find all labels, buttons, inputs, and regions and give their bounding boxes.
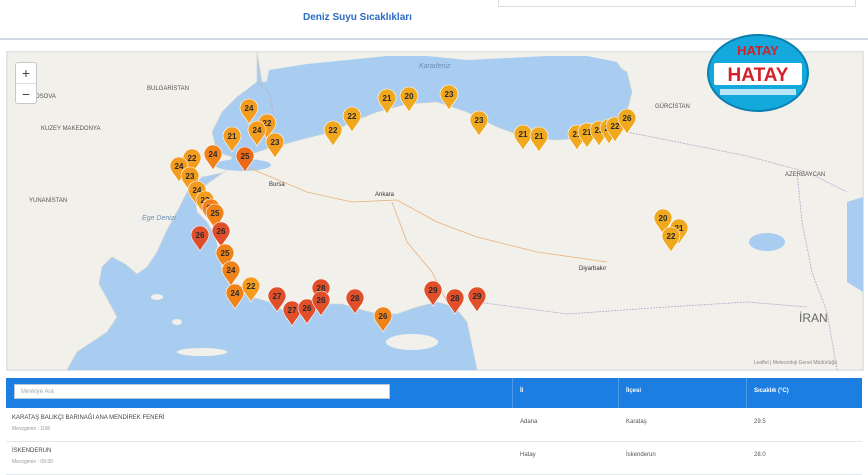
column-header-temp[interactable]: Sıcaklık (°C) (754, 388, 789, 394)
label-ankara: Ankara (375, 192, 395, 198)
marker-value: 25 (221, 249, 230, 258)
cell-il: Hatay (520, 452, 536, 458)
table-row[interactable]: İSKENDERUN Mevzgenin : 09:30 Hatay İsken… (6, 442, 862, 475)
marker-value: 21 (228, 132, 237, 141)
island (151, 294, 163, 300)
marker-value: 24 (209, 150, 218, 159)
zoom-out-button[interactable]: − (16, 84, 36, 104)
marker-value: 23 (186, 172, 195, 181)
column-divider (746, 378, 747, 408)
marker-value: 21 (519, 130, 528, 139)
marker-value: 22 (348, 112, 357, 121)
marker-value: 26 (379, 312, 388, 321)
island (143, 244, 151, 250)
results-table: Mevkiye Ara İl İlçesi Sıcaklık (°C) KARA… (6, 378, 862, 475)
marker-value: 28 (451, 294, 460, 303)
marker-value: 27 (273, 292, 282, 301)
marker-value: 25 (241, 152, 250, 161)
marker-value: 20 (405, 92, 414, 101)
marker-value: 24 (227, 266, 236, 275)
column-divider (618, 378, 619, 408)
map-attribution: Leaflet | Meteoroloji Genel Müdürlüğü (753, 360, 837, 366)
island-cyprus (386, 334, 438, 350)
marker-value: 22 (329, 126, 338, 135)
marker-value: 21 (383, 94, 392, 103)
label-bursa: Bursa (269, 182, 285, 188)
station-name: KARATAŞ BALIKÇI BARINAĞI ANA MENDİREK FE… (12, 415, 165, 421)
label-azerbaijan: AZERBAYCAN (785, 172, 825, 178)
column-header-il[interactable]: İl (520, 388, 523, 394)
station-meta: Mevzgenin : 09:30 (12, 459, 53, 465)
svg-text:HATAY: HATAY (728, 65, 789, 86)
table-header: Mevkiye Ara İl İlçesi Sıcaklık (°C) (6, 378, 862, 408)
marker-value: 22 (188, 154, 197, 163)
page-title: Deniz Suyu Sıcaklıkları (303, 12, 412, 23)
zoom-control: + − (15, 62, 37, 104)
station-name: İSKENDERUN (12, 448, 52, 454)
table-row[interactable]: KARATAŞ BALIKÇI BARINAĞI ANA MENDİREK FE… (6, 409, 862, 442)
marker-value: 24 (253, 126, 262, 135)
cell-temp: 29.5 (754, 419, 766, 425)
marker-value: 22 (611, 122, 620, 131)
marker-value: 25 (211, 209, 220, 218)
marker-value: 29 (473, 292, 482, 301)
cell-ilce: Karataş (626, 419, 647, 425)
marker-value: 23 (445, 90, 454, 99)
marker-value: 22 (247, 282, 256, 291)
cell-ilce: İskenderun (626, 452, 656, 458)
cell-temp: 28.0 (754, 452, 766, 458)
zoom-in-button[interactable]: + (16, 63, 36, 84)
island (172, 319, 182, 325)
cell-il: Adana (520, 419, 538, 425)
island-crete (177, 348, 227, 356)
marker-value: 23 (475, 116, 484, 125)
label-greece: YUNANİSTAN (29, 197, 67, 204)
column-header-ilce[interactable]: İlçesi (626, 388, 641, 394)
marker-value: 29 (429, 286, 438, 295)
marker-value: 26 (317, 296, 326, 305)
caspian-sea (847, 197, 863, 292)
marker-value: 24 (231, 289, 240, 298)
label-iran: İRAN (799, 311, 828, 325)
marker-value: 26 (623, 114, 632, 123)
hatay-logo: HATAY HATAY (707, 34, 809, 112)
marker-value: 23 (271, 138, 280, 147)
marker-value: 24 (245, 104, 254, 113)
svg-text:HATAY: HATAY (737, 43, 779, 58)
marker-value: 22 (667, 232, 676, 241)
station-meta: Mevzgenin : 10/8 (12, 426, 51, 432)
column-divider (512, 378, 513, 408)
lake-van (749, 233, 785, 251)
marker-value: 24 (175, 162, 184, 171)
marker-value: 20 (659, 214, 668, 223)
top-input[interactable] (498, 0, 856, 7)
marker-value: 26 (196, 231, 205, 240)
label-black-sea: Karadeniz (419, 63, 451, 70)
marker-value: 21 (535, 132, 544, 141)
search-input[interactable]: Mevkiye Ara (14, 384, 390, 399)
label-aegean: Ege Denizi (142, 215, 176, 222)
label-diyarbakir: Diyarbakır (579, 266, 606, 272)
marker-value: 26 (217, 227, 226, 236)
marker-value: 26 (303, 304, 312, 313)
marker-value: 28 (351, 294, 360, 303)
label-georgia: GÜRCİSTAN (655, 103, 690, 110)
marker-value: 27 (288, 306, 297, 315)
label-macedonia: KUZEY MAKEDONYA (41, 126, 100, 132)
label-bulgaria: BULGARİSTAN (147, 85, 189, 92)
